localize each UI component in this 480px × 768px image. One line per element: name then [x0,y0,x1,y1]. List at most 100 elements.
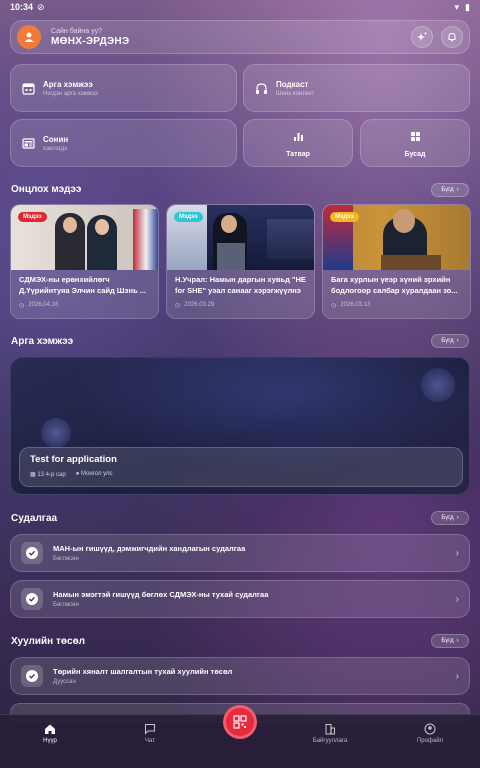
avatar[interactable] [17,25,41,49]
nav-chat-label: Чат [145,738,155,744]
news-image: Мэдээ [11,205,158,270]
events-more-button[interactable]: Бүгд › [431,334,469,348]
news-badge: Мэдээ [330,212,359,222]
news-text: Бага хурлын үеэр хүний эрхийн бодлогоор … [331,275,458,295]
event-info: Test for application ▦ 13 4-р сар ● Монг… [19,447,463,487]
law-section-title: Хуулийн төсөл [11,636,86,647]
law-item-title: Төрийн хяналт шалгалтын тухай хуулийн тө… [53,667,233,676]
news-image: Мэдээ [323,205,470,270]
survey-item-title: МАН-ын гишүүд, дэмжигчдийн хандлагын суд… [53,544,246,553]
user-header: Сайн байна уу? МӨНХ-ЭРДЭНЭ [10,20,470,54]
tile-events-subtitle: Нэгдэн арга хэмжээ [43,90,98,97]
news-badge: Мэдээ [18,212,47,222]
survey-section-title: Судалгаа [11,513,58,524]
tile-other-title: Бусад [404,150,426,158]
event-title: Test for application [30,454,117,465]
chevron-right-icon: › [456,187,459,193]
clock-icon: ◷ [175,302,181,309]
notifications-button[interactable] [441,26,463,48]
tile-newspaper[interactable]: Сонин хэвлэгдэ [10,119,237,167]
nav-home[interactable]: Нүүр [0,715,100,744]
clock-icon: ◷ [331,302,337,309]
tile-podcast[interactable]: Подкаст Шинэ контент [243,64,470,112]
chevron-right-icon: › [456,515,459,521]
survey-item-status: Бөглөсөн [53,556,79,562]
events-more-label: Бүгд [441,338,454,344]
profile-icon [424,723,436,735]
clock-icon: ◷ [19,302,25,309]
tile-newspaper-subtitle: хэвлэгдэ [43,145,68,152]
news-date: 2026.04.16 [28,302,59,309]
chat-icon [145,724,155,735]
law-item-status: Дууссан [53,679,76,685]
news-badge: Мэдээ [174,212,203,222]
news-date: 2026.03.29 [184,302,215,309]
nav-chat[interactable]: Чат [100,715,200,744]
qr-code-icon [233,715,247,729]
newspaper-icon [21,136,35,150]
status-bar: 10:34 ⊘ ▾ ▮ [0,0,480,14]
news-image: Мэдээ [167,205,314,270]
news-more-button[interactable]: Бүгд › [431,183,469,197]
user-icon [24,32,34,42]
qr-scan-button[interactable] [223,705,257,739]
nav-organization-label: Байгууллага [312,738,348,744]
events-section-title: Арга хэмжээ [11,336,74,347]
check-icon [21,542,43,564]
news-text: СДМЭХ-ны ерөнхийлөгч Д.Үүрийнтуяа Элчин … [19,275,147,295]
survey-item[interactable]: МАН-ын гишүүд, дэмжигчдийн хандлагын суд… [10,534,470,572]
check-icon [21,665,43,687]
building-icon [325,724,335,735]
survey-item-status: Бөглөсөн [53,602,79,608]
news-text: Н.Учрал: Намын даргын хувьд "НЕ for SHE"… [175,275,306,295]
bar-chart-icon [293,129,304,147]
news-more-label: Бүгд [441,187,454,193]
news-card[interactable]: Мэдээ СДМЭХ-ны ерөнхийлөгч Д.Үүрийнтуяа … [10,204,159,319]
news-section-title: Онцлох мэдээ [11,184,82,195]
tile-events-title: Арга хэмжээ [43,79,93,89]
tile-events[interactable]: Арга хэмжээ Нэгдэн арга хэмжээ [10,64,237,112]
status-time: 10:34 [10,2,34,12]
chevron-right-icon: › [455,547,459,559]
greeting-text: Сайн байна уу? [51,27,102,35]
survey-item-title: Намын эмэгтэй гишүүд бөглөх СДМЭХ-ны тух… [53,590,269,599]
notification-icon: ⊘ [37,1,45,12]
tile-stats-title: Татвар [286,150,310,158]
sparkle-button[interactable] [411,26,433,48]
calendar-icon: ▦ [30,472,36,478]
event-date: 13 4-р сар [37,472,66,478]
chevron-right-icon: › [456,638,459,644]
event-card[interactable]: Test for application ▦ 13 4-р сар ● Монг… [10,357,470,495]
tile-podcast-subtitle: Шинэ контент [276,90,315,97]
battery-icon: ▮ [465,1,470,12]
survey-item[interactable]: Намын эмэгтэй гишүүд бөглөх СДМЭХ-ны тух… [10,580,470,618]
law-more-button[interactable]: Бүгд › [431,634,469,648]
tile-stats[interactable]: Татвар [243,119,353,167]
news-card[interactable]: Мэдээ Н.Учрал: Намын даргын хувьд "НЕ fo… [166,204,315,319]
law-more-label: Бүгд [441,638,454,644]
bell-icon [448,32,456,42]
chevron-right-icon: › [455,670,459,682]
chevron-right-icon: › [455,593,459,605]
survey-more-button[interactable]: Бүгд › [431,511,469,525]
user-name: МӨНХ-ЭРДЭНЭ [51,35,130,47]
wifi-icon: ▾ [454,1,460,12]
law-item[interactable]: Төрийн хяналт шалгалтын тухай хуулийн тө… [10,657,470,695]
nav-home-label: Нүүр [43,738,57,744]
tile-newspaper-title: Сонин [43,134,69,144]
calendar-icon [21,81,35,95]
check-icon [21,588,43,610]
nav-organization[interactable]: Байгууллага [280,715,380,744]
event-location: Монгол улс [81,471,113,477]
news-date: 2026.03.13 [340,302,371,309]
location-pin-icon: ● [75,471,80,477]
nav-profile-label: Профайл [416,738,444,744]
home-icon [45,724,55,734]
sparkle-icon [417,32,427,41]
news-card[interactable]: Мэдээ Бага хурлын үеэр хүний эрхийн бодл… [322,204,471,319]
tile-podcast-title: Подкаст [276,79,309,89]
grid-icon [410,129,421,147]
nav-profile[interactable]: Профайл [380,715,480,744]
tile-other[interactable]: Бусад [360,119,470,167]
survey-more-label: Бүгд [441,515,454,521]
